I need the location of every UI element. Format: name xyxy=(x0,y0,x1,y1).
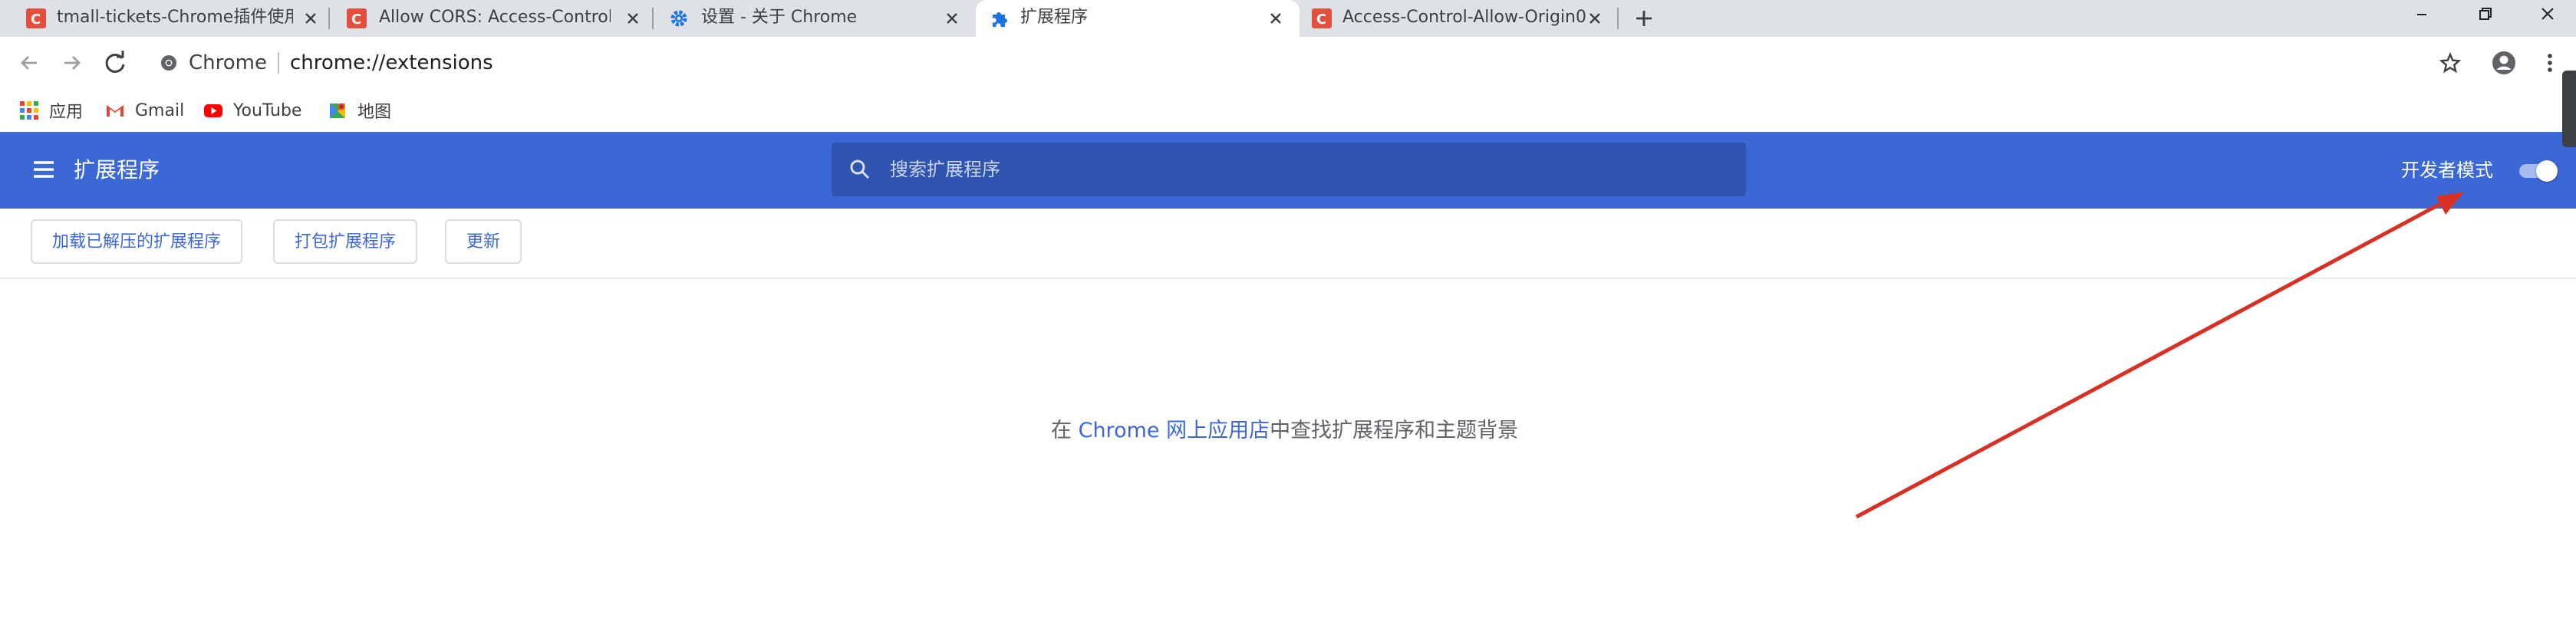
bookmark-label: Gmail xyxy=(135,100,185,120)
close-icon[interactable] xyxy=(1586,10,1603,27)
empty-state-suffix: 中查找扩展程序和主题背景 xyxy=(1270,419,1519,442)
developer-mode-toggle[interactable] xyxy=(2518,159,2559,182)
avatar-icon xyxy=(2492,51,2515,74)
site-chip-label: Chrome xyxy=(189,51,267,74)
bookmark-youtube[interactable]: YouTube xyxy=(203,89,301,132)
restore-icon xyxy=(2479,8,2492,20)
cors-extension-favicon: C xyxy=(347,8,367,28)
close-icon[interactable] xyxy=(944,10,960,27)
minimize-icon xyxy=(2417,14,2426,15)
minimize-button[interactable] xyxy=(2403,0,2441,31)
address-bar[interactable]: Chrome chrome://extensions xyxy=(152,46,493,80)
tab-title: Allow CORS: Access-Control-A xyxy=(379,8,611,27)
svg-text:C: C xyxy=(31,12,41,28)
close-icon[interactable] xyxy=(624,10,641,27)
profile-button[interactable] xyxy=(2489,48,2519,78)
bookmark-label: 应用 xyxy=(49,103,84,122)
tab-strip: C tmall-tickets-Chrome插件使用排 C Allow CORS… xyxy=(0,0,2576,37)
more-vert-icon xyxy=(2548,54,2552,72)
empty-state-message: 在 Chrome 网上应用店中查找扩展程序和主题背景 xyxy=(1051,414,1518,448)
reload-icon xyxy=(105,51,125,73)
web-store-link[interactable]: Chrome 网上应用店 xyxy=(1079,419,1270,442)
tab-title: tmall-tickets-Chrome插件使用排 xyxy=(57,8,293,27)
chrome-menu-button[interactable] xyxy=(2535,48,2565,78)
bookmark-apps[interactable]: 应用 xyxy=(18,89,83,132)
empty-state-prefix: 在 xyxy=(1051,419,1079,442)
new-tab-button[interactable] xyxy=(1629,4,1659,33)
chrome-logo-icon xyxy=(161,55,176,71)
tab-title: 扩展程序 xyxy=(1020,8,1089,27)
bookmark-label: YouTube xyxy=(233,100,302,120)
bookmark-star-button[interactable] xyxy=(2435,48,2466,78)
browser-toolbar: Chrome chrome://extensions xyxy=(0,37,2576,89)
pack-extension-button[interactable]: 打包扩展程序 xyxy=(273,219,418,264)
browser-window: C tmall-tickets-Chrome插件使用排 C Allow CORS… xyxy=(0,0,2576,638)
developer-mode-label: 开发者模式 xyxy=(2401,160,2493,181)
bookmark-gmail[interactable]: Gmail xyxy=(104,89,184,132)
page-title: 扩展程序 xyxy=(74,157,160,183)
youtube-icon xyxy=(204,104,222,117)
search-icon xyxy=(850,160,870,179)
settings-gear-favicon xyxy=(669,8,689,28)
update-button[interactable]: 更新 xyxy=(445,219,522,264)
load-unpacked-button[interactable]: 加载已解压的扩展程序 xyxy=(31,219,243,264)
tab-extensions[interactable]: 扩展程序 xyxy=(976,0,1300,37)
close-icon[interactable] xyxy=(1267,10,1284,27)
url-text[interactable]: chrome://extensions xyxy=(290,51,493,74)
tab-access-control-allow-origin[interactable]: C Access-Control-Allow-Origin0. xyxy=(1300,0,1622,37)
reload-button[interactable] xyxy=(100,48,130,78)
forward-arrow-icon xyxy=(64,56,81,70)
tab-separator xyxy=(1617,8,1619,29)
toggle-knob xyxy=(2536,160,2558,182)
tab-settings-about-chrome[interactable]: 设置 - 关于 Chrome xyxy=(654,0,976,37)
search-input[interactable] xyxy=(890,143,1726,196)
extensions-header: 扩展程序 开发者模式 xyxy=(0,132,2576,209)
back-button[interactable] xyxy=(14,48,44,78)
hamburger-menu-icon[interactable] xyxy=(31,156,57,183)
tab-title: 设置 - 关于 Chrome xyxy=(701,8,858,27)
bookmark-maps[interactable]: 地图 xyxy=(327,89,391,132)
tab-title: Access-Control-Allow-Origin0. xyxy=(1342,8,1586,27)
maps-icon xyxy=(330,103,345,118)
cors-extension-favicon: C xyxy=(1312,8,1332,28)
svg-text:C: C xyxy=(351,12,361,28)
close-icon[interactable] xyxy=(302,10,319,27)
restore-button[interactable] xyxy=(2466,0,2504,31)
tab-tmall-tickets[interactable]: C tmall-tickets-Chrome插件使用排 xyxy=(0,0,327,37)
cors-extension-favicon: C xyxy=(26,8,46,28)
forward-button[interactable] xyxy=(57,48,87,78)
bookmarks-bar: 应用 Gmail YouTube 地图 xyxy=(0,89,2576,132)
puzzle-piece-favicon xyxy=(990,8,1010,28)
svg-text:C: C xyxy=(1316,12,1326,28)
plus-icon xyxy=(1636,11,1652,26)
developer-actions-bar: 加载已解压的扩展程序 打包扩展程序 更新 xyxy=(0,209,2576,279)
gmail-icon xyxy=(107,105,124,117)
scrollbar-thumb[interactable] xyxy=(2562,71,2576,147)
bookmark-label: 地图 xyxy=(357,103,392,122)
star-icon xyxy=(2439,51,2462,74)
apps-grid-icon xyxy=(20,101,38,120)
close-window-button[interactable] xyxy=(2528,0,2567,31)
close-icon xyxy=(2541,8,2554,20)
back-arrow-icon xyxy=(21,56,37,70)
omnibox-divider xyxy=(277,52,279,74)
search-box[interactable] xyxy=(832,143,1746,196)
tab-allow-cors[interactable]: C Allow CORS: Access-Control-A xyxy=(330,0,652,37)
